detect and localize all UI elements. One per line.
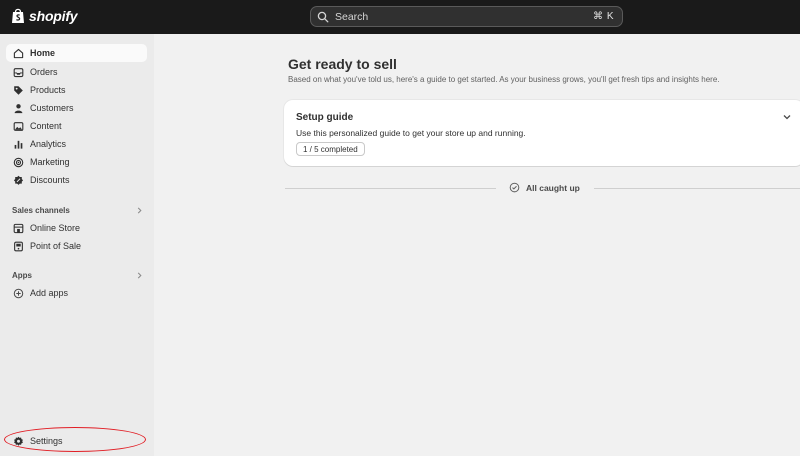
discount-icon — [13, 175, 24, 185]
tag-icon — [14, 85, 23, 95]
top-bar: shopify Search ⌘ K — [0, 0, 800, 34]
pos-icon — [14, 241, 23, 251]
sidebar-item-home[interactable]: Home — [6, 44, 147, 62]
sidebar-item-label: Discounts — [30, 175, 70, 185]
setup-guide-description: Use this personalized guide to get your … — [296, 128, 526, 138]
main-content: Get ready to sell Based on what you've t… — [154, 34, 800, 456]
sidebar-item-customers[interactable]: Customers — [6, 99, 147, 117]
sidebar-item-content[interactable]: Content — [6, 117, 147, 135]
inbox-icon — [13, 67, 24, 77]
sidebar-item-label: Settings — [30, 436, 63, 446]
sidebar-item-settings[interactable]: Settings — [6, 432, 147, 450]
search-icon — [317, 11, 329, 22]
page-title: Get ready to sell — [288, 56, 397, 72]
sidebar-item-analytics[interactable]: Analytics — [6, 135, 147, 153]
shopify-bag-icon — [12, 8, 24, 23]
search-placeholder: Search — [335, 10, 369, 23]
search-bar[interactable]: Search ⌘ K — [310, 6, 623, 27]
progress-badge: 1 / 5 completed — [296, 142, 365, 156]
sidebar-item-label: Home — [30, 48, 56, 58]
search-shortcut: ⌘ K — [593, 11, 614, 22]
chevron-right-icon — [137, 272, 142, 278]
brand-name: shopify — [29, 7, 78, 24]
store-icon — [13, 223, 24, 233]
all-caught-up: All caught up — [509, 182, 580, 193]
home-icon — [13, 48, 24, 58]
sidebar-item-add-apps[interactable]: Add apps — [6, 284, 147, 302]
sidebar-item-label: Marketing — [30, 157, 70, 167]
sidebar-item-orders[interactable]: Orders — [6, 63, 147, 81]
sidebar-item-label: Customers — [30, 103, 74, 113]
shopify-logo[interactable]: shopify — [11, 7, 78, 24]
chevron-down-icon — [783, 115, 791, 120]
divider-right — [594, 188, 800, 189]
gear-icon — [14, 436, 23, 446]
sales-channels-header[interactable]: Sales channels — [12, 203, 143, 217]
sidebar-item-products[interactable]: Products — [6, 81, 147, 99]
apps-label: Apps — [12, 270, 32, 280]
person-icon — [14, 103, 23, 113]
sidebar-item-discounts[interactable]: Discounts — [6, 171, 147, 189]
sidebar-item-label: Point of Sale — [30, 241, 82, 251]
sidebar-item-label: Products — [30, 85, 66, 95]
check-circle-icon — [509, 182, 520, 193]
sidebar-item-marketing[interactable]: Marketing — [6, 153, 147, 171]
plus-circle-icon — [13, 288, 24, 298]
setup-guide-card[interactable]: Setup guide Use this personalized guide … — [284, 100, 800, 166]
sidebar: Home Orders Products Customers Content A… — [0, 34, 154, 456]
collapse-toggle[interactable] — [782, 112, 792, 122]
divider-left — [285, 188, 496, 189]
sidebar-item-point-of-sale[interactable]: Point of Sale — [6, 237, 147, 255]
page-subtitle: Based on what you've told us, here's a g… — [288, 75, 720, 84]
sidebar-item-label: Analytics — [30, 139, 67, 149]
image-icon — [13, 121, 24, 131]
sales-channels-label: Sales channels — [12, 205, 70, 215]
sidebar-item-online-store[interactable]: Online Store — [6, 219, 147, 237]
sidebar-item-label: Online Store — [30, 223, 81, 233]
apps-header[interactable]: Apps — [12, 268, 143, 282]
all-caught-up-label: All caught up — [526, 182, 580, 193]
sidebar-item-label: Add apps — [30, 288, 69, 298]
setup-guide-title: Setup guide — [296, 112, 354, 123]
target-icon — [13, 157, 24, 167]
sidebar-item-label: Orders — [30, 67, 58, 77]
chevron-right-icon — [137, 207, 142, 213]
sidebar-item-label: Content — [30, 121, 62, 131]
bar-chart-icon — [14, 140, 23, 149]
